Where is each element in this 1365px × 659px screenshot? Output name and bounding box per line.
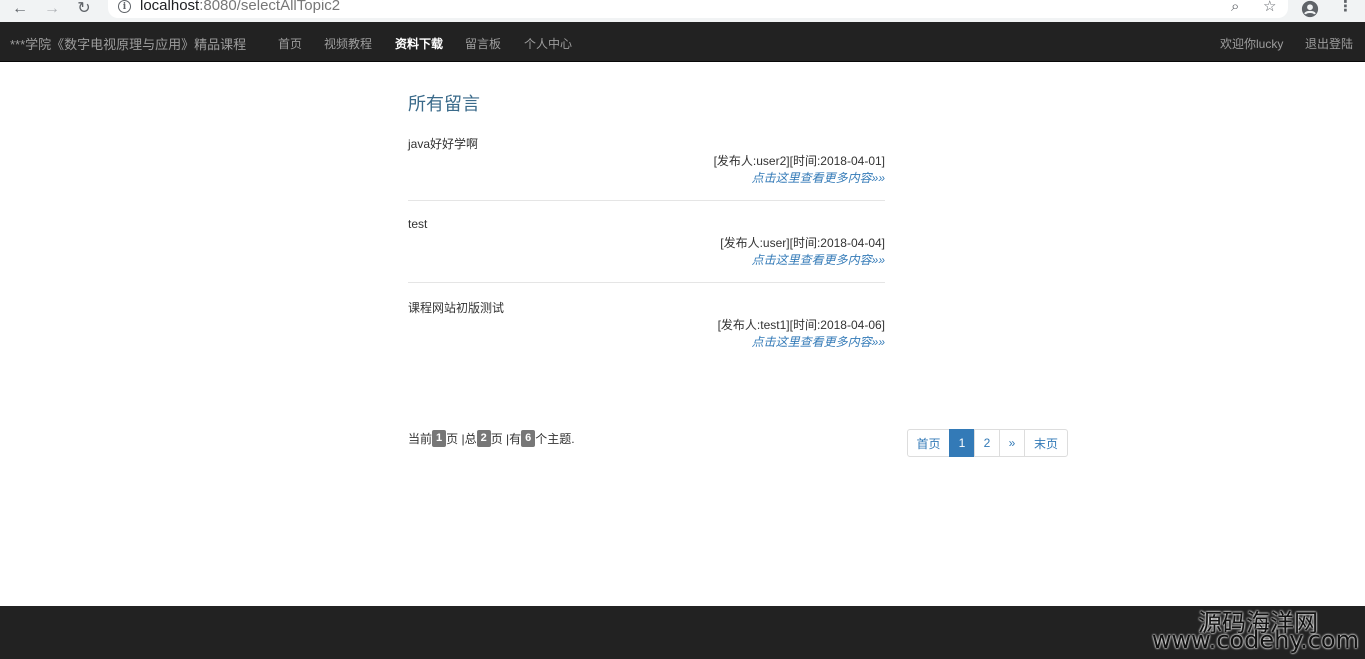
nav-item-home[interactable]: 首页 bbox=[278, 35, 302, 52]
divider bbox=[408, 282, 885, 283]
url-path: :8080/selectAllTopic2 bbox=[199, 0, 341, 14]
logout-link[interactable]: 退出登陆 bbox=[1305, 35, 1353, 52]
topic-title: java好好学啊 bbox=[408, 137, 479, 151]
page-info-mid1: 页 |总 bbox=[446, 432, 477, 446]
topic-more-link[interactable]: 点击这里查看更多内容»» bbox=[752, 333, 885, 350]
current-page-badge: 1 bbox=[432, 430, 447, 447]
info-icon[interactable]: i bbox=[118, 0, 131, 13]
browser-toolbar: ← → ↻ i localhost:8080/selectAllTopic2 ⌕… bbox=[0, 0, 1365, 22]
reload-icon[interactable]: ↻ bbox=[76, 1, 92, 17]
pagination-page-2[interactable]: 2 bbox=[974, 429, 1000, 457]
pagination-next-button[interactable]: » bbox=[999, 429, 1025, 457]
address-bar[interactable]: i localhost:8080/selectAllTopic2 bbox=[108, 0, 1288, 18]
topic-meta: [发布人:user2][时间:2018-04-01] bbox=[713, 154, 885, 168]
pagination: 首页 1 2 » 末页 bbox=[907, 429, 1068, 457]
pagination-info: 当前 1 页 |总 2 页 |有 6 个主题. bbox=[408, 430, 575, 447]
page-info-mid2: 页 |有 bbox=[490, 432, 522, 446]
topic-meta: [发布人:test1][时间:2018-04-06] bbox=[717, 318, 885, 332]
topic-title: test bbox=[408, 217, 428, 231]
total-topics-badge: 6 bbox=[521, 430, 536, 447]
kebab-menu-icon[interactable]: ⋮ bbox=[1338, 0, 1353, 14]
total-pages-badge: 2 bbox=[476, 430, 491, 447]
page-title: 所有留言 bbox=[408, 94, 480, 114]
site-navbar: ***学院《数字电视原理与应用》精品课程 首页 视频教程 资料下载 留言板 个人… bbox=[0, 22, 1365, 62]
pagination-first-button[interactable]: 首页 bbox=[907, 429, 950, 457]
nav-item-message-board[interactable]: 留言板 bbox=[465, 35, 501, 52]
url-host: localhost bbox=[140, 0, 200, 14]
site-brand[interactable]: ***学院《数字电视原理与应用》精品课程 bbox=[10, 34, 246, 53]
zoom-icon[interactable]: ⌕ bbox=[1231, 0, 1239, 14]
back-arrow-icon[interactable]: ← bbox=[12, 1, 28, 17]
topic-meta: [发布人:user][时间:2018-04-04] bbox=[720, 236, 885, 250]
pagination-last-button[interactable]: 末页 bbox=[1024, 429, 1068, 457]
bookmark-star-icon[interactable]: ☆ bbox=[1263, 0, 1276, 14]
pagination-page-1[interactable]: 1 bbox=[949, 429, 975, 457]
account-icon[interactable] bbox=[1300, 0, 1320, 18]
watermark-url: www.codehy.com bbox=[1151, 626, 1359, 654]
url-text[interactable]: localhost:8080/selectAllTopic2 bbox=[140, 0, 340, 14]
welcome-user-link[interactable]: 欢迎你lucky bbox=[1220, 35, 1283, 52]
topic-more-link[interactable]: 点击这里查看更多内容»» bbox=[752, 169, 885, 186]
nav-item-downloads[interactable]: 资料下载 bbox=[395, 35, 443, 52]
topic-more-link[interactable]: 点击这里查看更多内容»» bbox=[752, 251, 885, 268]
divider bbox=[408, 200, 885, 201]
page-info-prefix: 当前 bbox=[408, 432, 433, 446]
nav-item-profile[interactable]: 个人中心 bbox=[524, 35, 572, 52]
page-info-suffix: 个主题. bbox=[535, 432, 575, 446]
topic-title: 课程网站初版测试 bbox=[408, 301, 505, 315]
nav-item-videos[interactable]: 视频教程 bbox=[324, 35, 372, 52]
forward-arrow-icon[interactable]: → bbox=[44, 1, 60, 17]
